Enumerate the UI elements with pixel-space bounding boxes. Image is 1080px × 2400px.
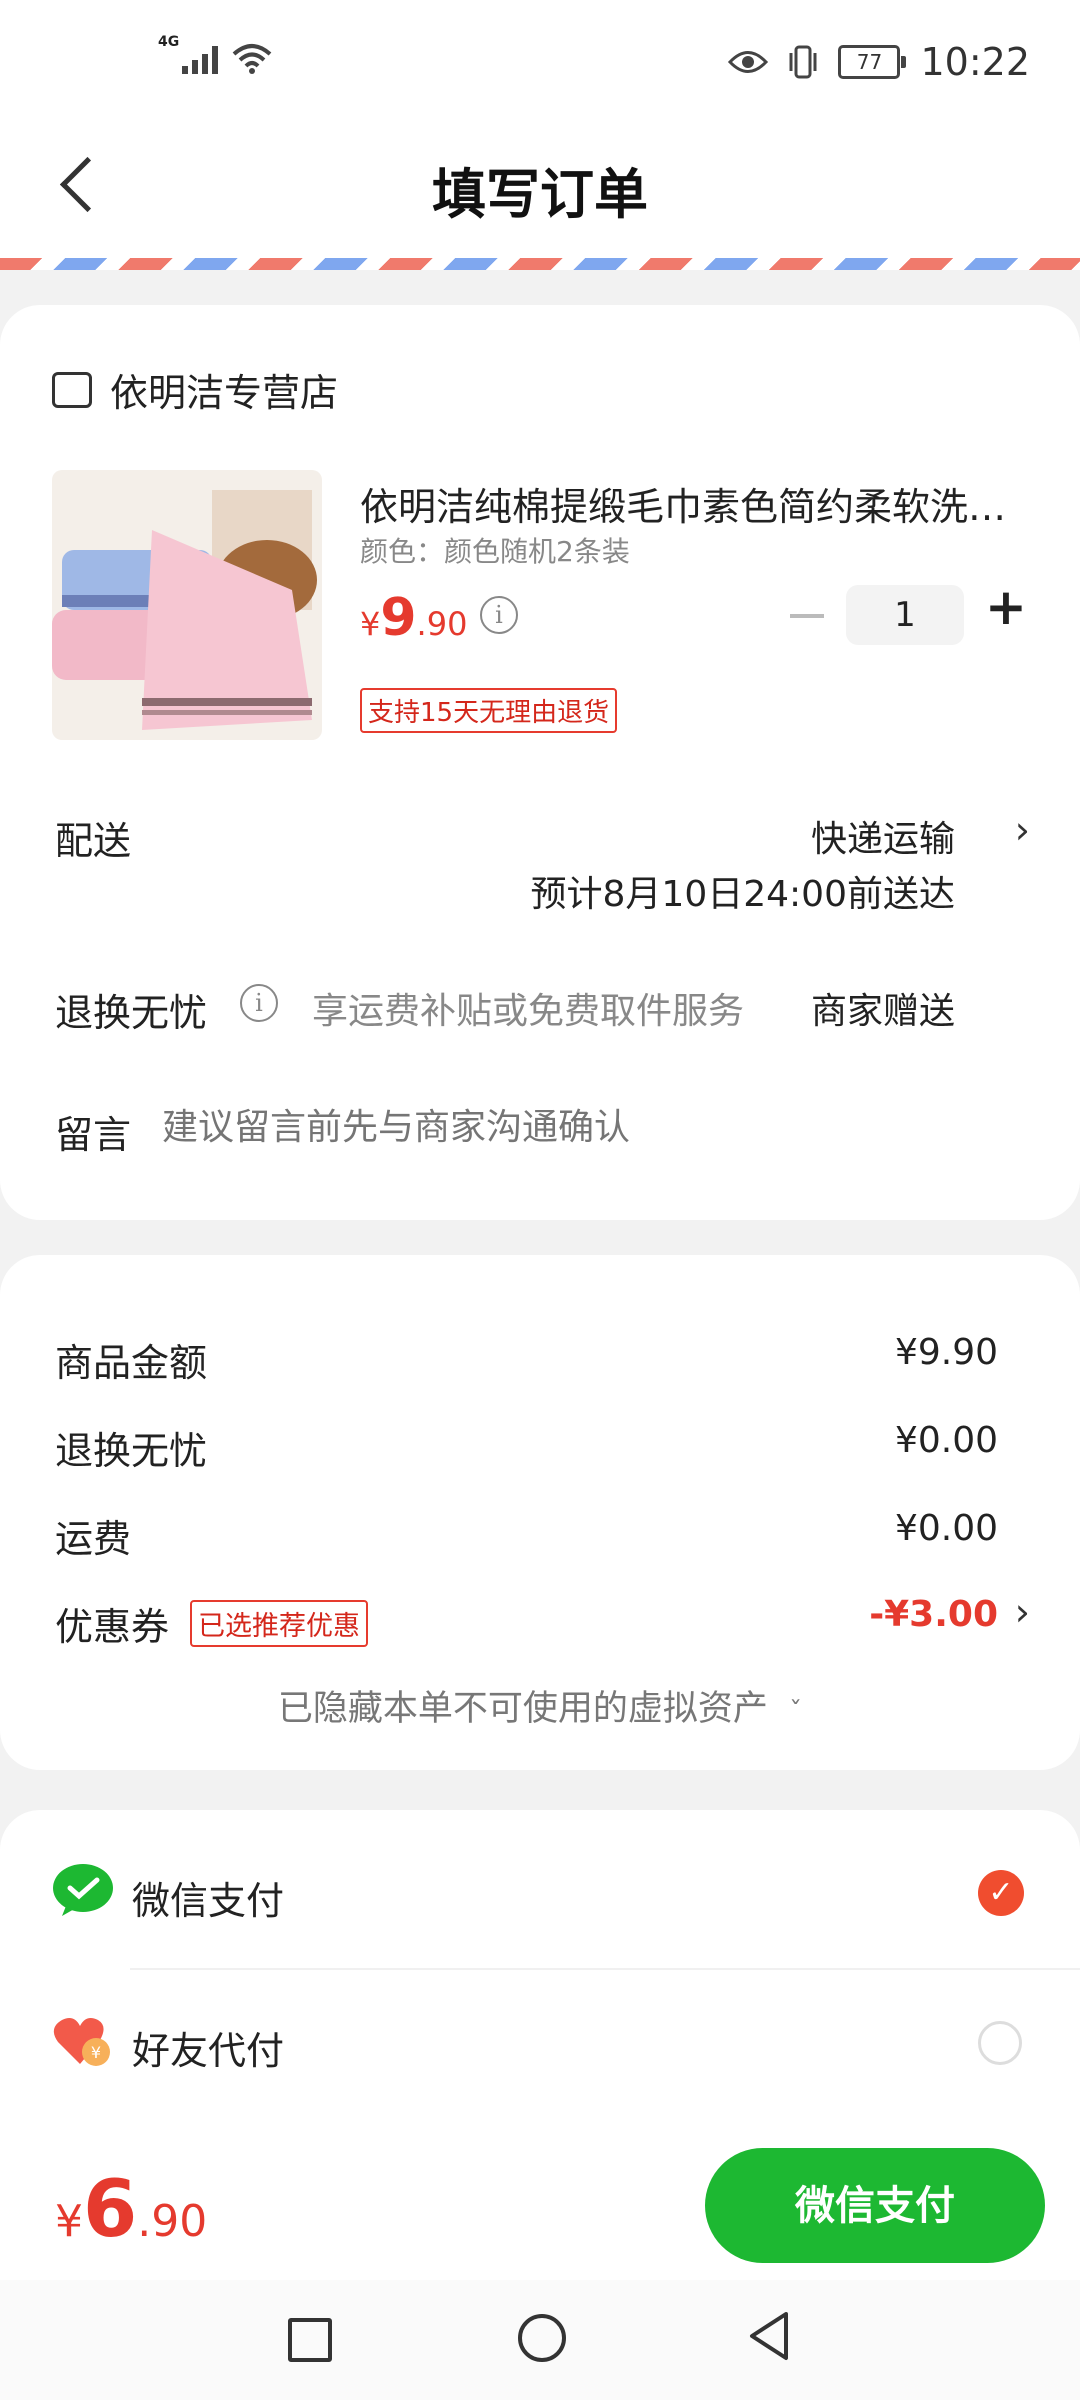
coupon-value[interactable]: -¥3.00 bbox=[869, 1594, 998, 1635]
coupon-tag: 已选推荐优惠 bbox=[190, 1600, 368, 1647]
price-info-icon[interactable]: i bbox=[480, 596, 518, 634]
goods-amount-value: ¥9.90 bbox=[894, 1332, 998, 1373]
friend-pay-icon: ¥ bbox=[52, 2014, 114, 2074]
wechat-pay-radio-selected[interactable]: ✓ bbox=[978, 1870, 1024, 1916]
coupon-chevron-icon[interactable]: › bbox=[1015, 1590, 1030, 1634]
wifi-icon bbox=[232, 44, 272, 74]
total-price: ¥ 6 .90 bbox=[55, 2165, 207, 2255]
product-spec[interactable]: 颜色：颜色随机2条装 bbox=[360, 530, 630, 570]
cellular-signal-icon: 4G bbox=[158, 34, 218, 74]
status-right: 77 10:22 bbox=[728, 40, 1030, 84]
return-policy-badge: 支持15天无理由退货 bbox=[360, 688, 618, 733]
return-insurance-label: 退换无忧 bbox=[55, 1429, 208, 1473]
battery-level: 77 bbox=[856, 50, 883, 74]
divider bbox=[130, 1968, 1080, 1970]
message-input[interactable] bbox=[160, 1096, 1024, 1158]
network-type-label: 4G bbox=[158, 34, 180, 50]
store-header[interactable]: 依明洁专营店 bbox=[52, 362, 338, 417]
hidden-assets-toggle[interactable]: 已隐藏本单不可使用的虚拟资产 ˇ bbox=[0, 1680, 1080, 1731]
return-insurance-value: ¥0.00 bbox=[894, 1420, 998, 1461]
return-value: 商家赠送 bbox=[810, 991, 955, 1032]
store-icon bbox=[52, 371, 92, 408]
friend-pay-radio[interactable] bbox=[978, 2021, 1022, 2065]
price-symbol: ¥ bbox=[360, 605, 381, 643]
hidden-assets-note: 已隐藏本单不可使用的虚拟资产 bbox=[277, 1689, 768, 1729]
pay-button[interactable]: 微信支付 bbox=[705, 2148, 1045, 2263]
return-info-icon[interactable]: i bbox=[240, 984, 278, 1022]
chevron-right-icon[interactable]: › bbox=[1015, 808, 1030, 852]
price-decimal: .90 bbox=[416, 605, 468, 643]
page-title: 填写订单 bbox=[432, 163, 648, 226]
airmail-stripe bbox=[0, 258, 1080, 270]
product-image[interactable] bbox=[52, 470, 322, 740]
total-decimal: .90 bbox=[137, 2196, 208, 2247]
order-card bbox=[0, 305, 1080, 1220]
quantity-field[interactable]: 1 bbox=[846, 585, 964, 645]
clock: 10:22 bbox=[920, 40, 1030, 84]
delivery-eta: 预计8月10日24:00前送达 bbox=[530, 874, 955, 915]
decrease-quantity-button[interactable] bbox=[790, 614, 824, 618]
total-integer: 6 bbox=[83, 2165, 138, 2255]
friend-pay-option[interactable]: 好友代付 bbox=[132, 2020, 284, 2075]
delivery-label: 配送 bbox=[55, 819, 132, 863]
total-symbol: ¥ bbox=[55, 2196, 83, 2247]
eye-icon bbox=[728, 51, 769, 73]
shipping-fee-label: 运费 bbox=[55, 1517, 132, 1561]
return-description: 享运费补贴或免费取件服务 bbox=[312, 991, 745, 1032]
wechat-pay-icon bbox=[52, 1862, 114, 1922]
store-name: 依明洁专营店 bbox=[110, 371, 339, 415]
delivery-method[interactable]: 快递运输 bbox=[811, 810, 955, 862]
home-button[interactable] bbox=[518, 2314, 566, 2362]
recent-apps-button[interactable] bbox=[288, 2318, 332, 2362]
return-label: 退换无忧 bbox=[55, 991, 208, 1035]
coupon-label: 优惠券 bbox=[55, 1605, 170, 1649]
battery-icon: 77 bbox=[838, 45, 907, 79]
message-label: 留言 bbox=[55, 1113, 132, 1157]
product-title[interactable]: 依明洁纯棉提缎毛巾素色简约柔软洗… bbox=[360, 476, 1040, 531]
goods-amount-label: 商品金额 bbox=[55, 1341, 208, 1385]
shipping-fee-value: ¥0.00 bbox=[894, 1508, 998, 1549]
increase-quantity-button[interactable]: + bbox=[985, 578, 1027, 636]
wechat-pay-option[interactable]: 微信支付 bbox=[132, 1870, 284, 1925]
payment-card bbox=[0, 1810, 1080, 2150]
chevron-down-icon: ˇ bbox=[789, 1697, 803, 1727]
price-integer: 9 bbox=[380, 588, 417, 648]
back-nav-icon[interactable] bbox=[746, 2310, 792, 2362]
status-left: 4G bbox=[158, 34, 272, 74]
svg-text:¥: ¥ bbox=[91, 2043, 101, 2062]
status-bar: 4G 77 10:22 bbox=[0, 0, 1080, 110]
product-price: ¥ 9 .90 bbox=[360, 588, 467, 648]
vibrate-icon bbox=[789, 45, 817, 79]
